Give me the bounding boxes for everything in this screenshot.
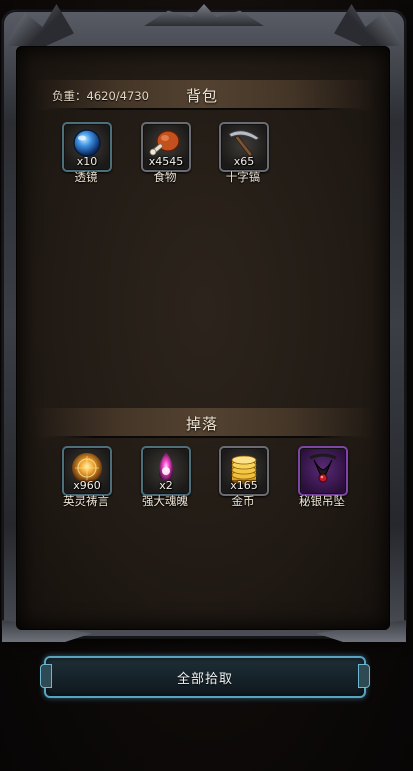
backpack-item-food[interactable]: x4545 食物 — [135, 122, 195, 186]
pickup-all-label: 全部拾取 — [176, 671, 233, 687]
item-quantity: x4545 — [148, 155, 184, 168]
load-label: 负重： — [52, 89, 87, 103]
frame-ornament-right — [334, 4, 404, 46]
item-name: 透镜 — [74, 170, 98, 184]
backpack-item-lens[interactable]: x10 透镜 — [56, 122, 116, 186]
drops-header: 掉落 — [34, 408, 374, 438]
header-divider — [44, 108, 364, 110]
item-quantity: x65 — [233, 155, 255, 168]
game-screen: 负重：4620/4730 背包 x10 透镜 x4545 食物 x65 十字镐 … — [0, 0, 413, 771]
mithril-pendant-icon — [309, 453, 337, 483]
drop-item-gold[interactable]: x165 金币 — [213, 446, 273, 510]
pickup-all-button[interactable]: 全部拾取 — [40, 656, 370, 698]
item-name: 金币 — [231, 494, 255, 508]
item-quantity: x165 — [230, 479, 258, 492]
item-slot — [298, 446, 348, 496]
item-slot: x165 — [219, 446, 269, 496]
drops-title: 掉落 — [186, 415, 219, 433]
item-name: 英灵祷言 — [63, 494, 109, 508]
backpack-item-pickaxe[interactable]: x65 十字镐 — [213, 122, 273, 186]
item-slot: x4545 — [141, 122, 191, 172]
backpack-title: 背包 — [186, 87, 219, 105]
load-capacity: 负重：4620/4730 — [52, 88, 149, 104]
item-name: 秘银吊坠 — [299, 494, 345, 508]
drop-item-mithril-pendant[interactable]: 秘银吊坠 — [292, 446, 352, 510]
load-value: 4620/4730 — [86, 89, 149, 103]
drop-item-hero-prayer[interactable]: x960 英灵祷言 — [56, 446, 116, 510]
frame-ornament-left — [4, 4, 74, 46]
item-slot: x65 — [219, 122, 269, 172]
backpack-header: 负重：4620/4730 背包 — [34, 80, 374, 110]
button-cap-left — [40, 664, 52, 688]
frame-crest — [144, 4, 264, 26]
item-slot: x2 — [141, 446, 191, 496]
drop-item-soul[interactable]: x2 强大魂魄 — [135, 446, 195, 510]
item-name: 十字镐 — [225, 170, 261, 184]
item-quantity: x2 — [159, 479, 173, 492]
header-divider — [44, 436, 364, 438]
button-cap-right — [358, 664, 370, 688]
item-name: 食物 — [153, 170, 177, 184]
item-name: 强大魂魄 — [142, 494, 188, 508]
item-slot: x10 — [62, 122, 112, 172]
item-slot: x960 — [62, 446, 112, 496]
item-quantity: x960 — [73, 479, 101, 492]
item-quantity: x10 — [76, 155, 98, 168]
